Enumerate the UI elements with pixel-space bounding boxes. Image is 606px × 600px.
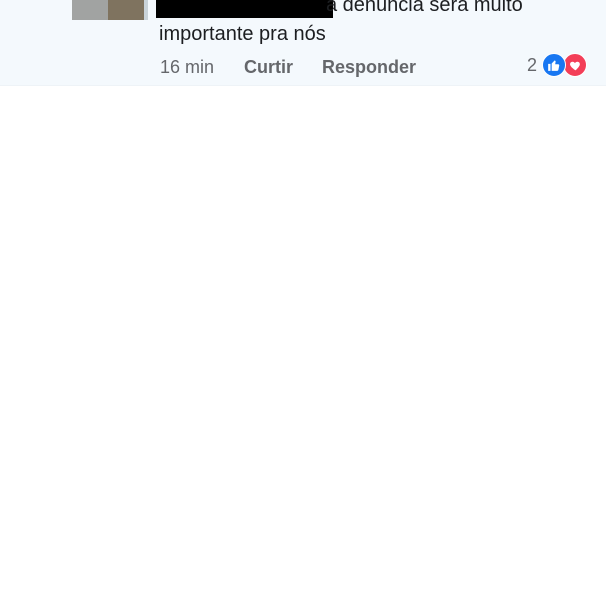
comment-text-line1: a denúncia será muito (326, 0, 523, 16)
avatar-segment (108, 0, 144, 20)
comment-timestamp: 16 min (160, 56, 215, 77)
avatar-segment (144, 0, 148, 20)
comment-meta: 16 min Curtir Responder (160, 55, 416, 79)
reactions-summary[interactable]: 2 (527, 52, 587, 78)
comment-card: a denúncia será muito importante pra nós… (0, 0, 606, 86)
page: a denúncia será muito importante pra nós… (0, 0, 606, 600)
love-icon (563, 53, 587, 77)
comment-text-line2: importante pra nós (159, 23, 326, 45)
like-button[interactable]: Curtir (244, 57, 293, 78)
avatar[interactable] (72, 0, 148, 20)
avatar-segment (72, 0, 108, 20)
like-icon (542, 53, 566, 77)
reply-button[interactable]: Responder (322, 57, 416, 78)
redacted-author-name (156, 0, 333, 18)
reaction-count: 2 (526, 54, 537, 75)
